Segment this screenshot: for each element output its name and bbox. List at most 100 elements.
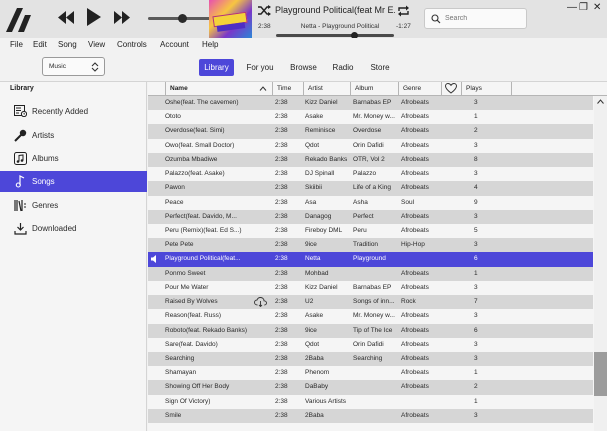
table-row[interactable]: Playground Political(feat... 2:38 Netta Pla… bbox=[148, 252, 593, 267]
sidebar-item-downloaded[interactable]: Downloaded bbox=[0, 218, 147, 239]
table-row[interactable]: Pawon 2:38 Skiibii Life of a King Afrobeats 4 bbox=[148, 181, 593, 196]
column-header-plays[interactable]: Plays bbox=[461, 82, 511, 96]
table-row[interactable]: Reason(feat. Russ) 2:38 Asake Mr. Money w..… bbox=[148, 309, 593, 323]
cell-album: Songs of inn... bbox=[353, 298, 395, 306]
cell-name: Overdose(feat. Simi) bbox=[165, 127, 225, 135]
sidebar-item-genres[interactable]: Genres bbox=[0, 195, 147, 216]
minimize-button[interactable]: — bbox=[567, 2, 577, 13]
speaker-icon bbox=[151, 255, 156, 264]
menu-song[interactable]: Song bbox=[58, 40, 77, 49]
scrollbar-thumb[interactable] bbox=[594, 352, 607, 396]
cell-name: Smile bbox=[165, 411, 182, 419]
remaining-time: -1:27 bbox=[396, 23, 411, 30]
cell-time: 2:38 bbox=[275, 269, 288, 277]
elapsed-time: 2:38 bbox=[258, 23, 271, 30]
cell-genre: Afrobeats bbox=[401, 155, 429, 163]
recently-added-icon bbox=[14, 105, 27, 117]
cell-name: Peace bbox=[165, 198, 184, 206]
table-row[interactable]: Sare(feat. Davido) 2:38 Qdot Orin Dafidi Afr… bbox=[148, 338, 593, 352]
song-table: Name Time Artist Album Genre Plays Oshe(… bbox=[148, 82, 607, 431]
next-track-button[interactable] bbox=[113, 11, 130, 24]
search-input[interactable] bbox=[445, 12, 523, 25]
table-row[interactable]: Ototo 2:38 Asake Mr. Money w... Afrobeats 1 bbox=[148, 110, 593, 124]
column-header-name[interactable]: Name bbox=[165, 82, 272, 96]
cell-genre: Afrobeats bbox=[401, 383, 429, 391]
updown-chevron-icon bbox=[91, 62, 99, 72]
menu-file[interactable]: File bbox=[10, 40, 23, 49]
cell-genre: Hip-Hop bbox=[401, 241, 425, 249]
sidebar-item-recently-added[interactable]: Recently Added bbox=[0, 101, 147, 122]
play-button[interactable] bbox=[86, 8, 102, 26]
sidebar-item-label: Songs bbox=[32, 177, 55, 186]
table-row[interactable]: Sign Of Victory) 2:38 Various Artists 1 bbox=[148, 395, 593, 409]
column-header-genre[interactable]: Genre bbox=[398, 82, 441, 96]
table-row[interactable]: Ponmo Sweet 2:38 Mohbad Afrobeats 1 bbox=[148, 266, 593, 281]
table-row[interactable]: Pour Me Water 2:38 Kizz Daniel Barnabas EP A… bbox=[148, 281, 593, 295]
cell-genre: Afrobeats bbox=[401, 326, 429, 334]
repeat-icon[interactable] bbox=[397, 5, 410, 17]
toolbar: Music Library For you Browse Radio Store bbox=[0, 52, 607, 82]
table-row[interactable]: Raised By Wolves 2:38 U2 Songs of inn... Roc… bbox=[148, 295, 593, 310]
cell-artist: Skiibii bbox=[305, 184, 322, 192]
menu-controls[interactable]: Controls bbox=[117, 40, 147, 49]
column-header-album[interactable]: Album bbox=[350, 82, 398, 96]
cell-time: 2:38 bbox=[275, 184, 288, 192]
cell-time: 2:38 bbox=[275, 226, 288, 234]
cell-time: 2:38 bbox=[275, 255, 288, 263]
tab-browse[interactable]: Browse bbox=[285, 59, 322, 76]
shuffle-icon[interactable] bbox=[258, 5, 271, 16]
cell-plays: 1 bbox=[474, 369, 478, 377]
cell-artist: Fireboy DML bbox=[305, 226, 343, 234]
cell-plays: 1 bbox=[474, 113, 478, 121]
column-header-love[interactable] bbox=[441, 82, 461, 96]
menu-help[interactable]: Help bbox=[202, 40, 218, 49]
cell-time: 2:38 bbox=[275, 99, 288, 106]
cell-plays: 6 bbox=[474, 326, 478, 334]
cell-plays: 9 bbox=[474, 198, 478, 206]
table-row[interactable]: Perfect(feat. Davido, M... 2:38 Danagog Per… bbox=[148, 209, 593, 224]
menu-edit[interactable]: Edit bbox=[33, 40, 47, 49]
previous-track-button[interactable] bbox=[58, 11, 75, 24]
tab-for-you[interactable]: For you bbox=[241, 59, 279, 76]
cell-plays: 1 bbox=[474, 397, 478, 405]
table-row[interactable]: Showing Off Her Body 2:38 DaBaby Afrobeats 2 bbox=[148, 380, 593, 395]
search-field[interactable] bbox=[424, 8, 527, 29]
cell-genre: Afrobeats bbox=[401, 283, 429, 291]
close-button[interactable]: ✕ bbox=[593, 2, 601, 13]
table-row[interactable]: Ozumba Mbadiwe 2:38 Rekado Banks OTR, Vol 2… bbox=[148, 152, 593, 168]
table-row[interactable]: Shamayan 2:38 Phenom Afrobeats 1 bbox=[148, 366, 593, 380]
column-header-time[interactable]: Time bbox=[272, 82, 303, 96]
cell-name: Reason(feat. Russ) bbox=[165, 312, 221, 320]
table-row[interactable]: Peace 2:38 Asa Asha Soul 9 bbox=[148, 196, 593, 210]
column-header-artist[interactable]: Artist bbox=[303, 82, 350, 96]
cell-album: Orin Dafidi bbox=[353, 340, 384, 348]
scroll-up-icon[interactable] bbox=[597, 99, 604, 104]
seek-bar[interactable] bbox=[276, 32, 394, 39]
table-row[interactable]: Roboto(feat. Rekado Banks) 2:38 9ice Tip of… bbox=[148, 323, 593, 338]
tab-radio[interactable]: Radio bbox=[328, 59, 358, 76]
table-row[interactable]: Smile 2:38 2Baba Afrobeats 3 bbox=[148, 408, 593, 424]
table-row[interactable]: Owo(feat. Small Doctor) 2:38 Qdot Orin Dafi… bbox=[148, 139, 593, 153]
menu-account[interactable]: Account bbox=[160, 40, 189, 49]
tab-store[interactable]: Store bbox=[366, 59, 394, 76]
table-row[interactable]: Searching 2:38 2Baba Searching Afrobeats 3 bbox=[148, 351, 593, 367]
restore-button[interactable]: ❐ bbox=[579, 2, 588, 13]
cell-genre: Afrobeats bbox=[401, 354, 429, 362]
table-row[interactable]: Peru (Remix)(feat. Ed S...) 2:38 Fireboy D… bbox=[148, 224, 593, 238]
vertical-scrollbar[interactable] bbox=[594, 96, 607, 431]
sidebar-item-albums[interactable]: Albums bbox=[0, 148, 147, 169]
table-row[interactable]: Overdose(feat. Simi) 2:38 Reminisce Overdos… bbox=[148, 124, 593, 139]
media-source-select[interactable]: Music bbox=[42, 57, 105, 76]
sidebar-item-artists[interactable]: Artists bbox=[0, 125, 147, 146]
media-source-value: Music bbox=[49, 63, 66, 70]
sidebar-item-songs[interactable]: Songs bbox=[0, 171, 147, 192]
cell-plays: 1 bbox=[474, 269, 478, 277]
volume-slider[interactable] bbox=[148, 14, 218, 23]
volume-slider-knob[interactable] bbox=[178, 14, 188, 23]
table-row[interactable]: Oshe(feat. The cavemen) 2:38 Kizz Daniel Ba… bbox=[148, 96, 593, 111]
cell-album: Palazzo bbox=[353, 170, 377, 178]
tab-library[interactable]: Library bbox=[199, 59, 234, 76]
menu-view[interactable]: View bbox=[88, 40, 105, 49]
table-row[interactable]: Palazzo(feat. Asake) 2:38 DJ Spinall Palazz… bbox=[148, 167, 593, 181]
table-row[interactable]: Pete Pete 2:38 9ice Tradition Hip-Hop 3 bbox=[148, 238, 593, 253]
